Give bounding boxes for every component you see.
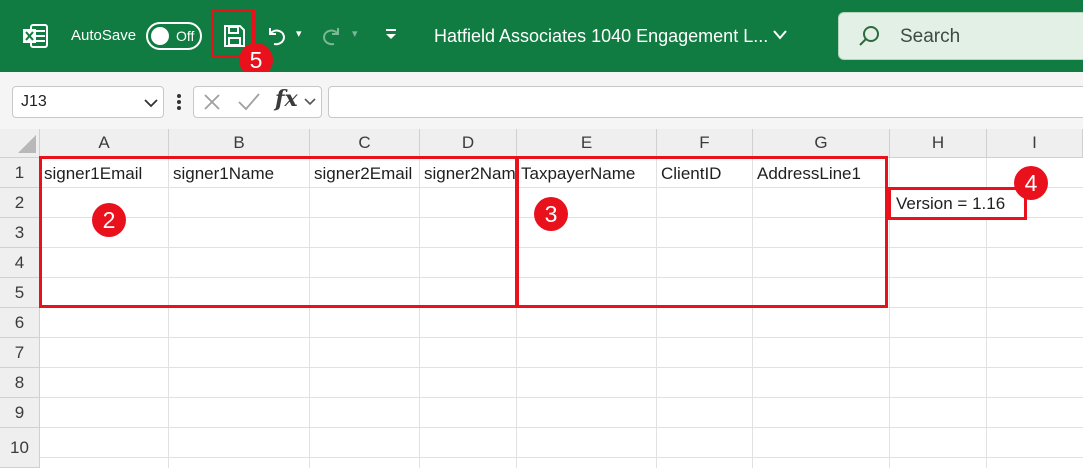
document-title[interactable]: Hatfield Associates 1040 Engagement L...: [434, 26, 768, 47]
title-bar: AutoSave Off ▾ ▾ Hatfield Associates 104…: [0, 0, 1083, 72]
customize-qat-icon[interactable]: [384, 28, 398, 42]
insert-function-icon[interactable]: fx: [275, 86, 298, 112]
excel-icon[interactable]: [22, 24, 48, 48]
annotation-badge-3: 3: [534, 197, 568, 231]
redo-icon[interactable]: [320, 24, 344, 48]
redo-dropdown-icon[interactable]: ▾: [352, 27, 358, 40]
column-header-f[interactable]: F: [657, 129, 753, 158]
toggle-knob: [151, 27, 169, 45]
column-header-b[interactable]: B: [169, 129, 310, 158]
enter-checkmark-icon[interactable]: [237, 92, 261, 112]
row-header-7[interactable]: 7: [0, 338, 40, 368]
search-placeholder: Search: [900, 26, 961, 47]
row-header-6[interactable]: 6: [0, 308, 40, 338]
row-header-5[interactable]: 5: [0, 278, 40, 308]
row-header-3[interactable]: 3: [0, 218, 40, 248]
column-header-h[interactable]: H: [890, 129, 987, 158]
column-header-c[interactable]: C: [310, 129, 420, 158]
undo-icon[interactable]: [264, 24, 288, 48]
undo-dropdown-icon[interactable]: ▾: [296, 27, 302, 40]
autosave-label: AutoSave: [71, 27, 137, 44]
row-header-8[interactable]: 8: [0, 368, 40, 398]
select-all-triangle-icon: [18, 135, 36, 153]
chevron-down-icon[interactable]: [772, 29, 788, 41]
autosave-state: Off: [176, 28, 195, 44]
more-options-icon[interactable]: [176, 93, 182, 111]
column-header-a[interactable]: A: [40, 129, 169, 158]
row-header-9[interactable]: 9: [0, 398, 40, 428]
column-header-i[interactable]: I: [987, 129, 1083, 158]
name-box[interactable]: J13: [12, 86, 164, 118]
cancel-icon[interactable]: [202, 92, 222, 112]
annotation-badge-2: 2: [92, 203, 126, 237]
chevron-down-icon[interactable]: [304, 97, 316, 106]
search-box[interactable]: Search: [838, 12, 1083, 60]
taxpayer-fields-highlight-box: [516, 156, 888, 308]
column-header-d[interactable]: D: [420, 129, 517, 158]
row-header-10[interactable]: 10: [0, 428, 40, 468]
version-cell-h2[interactable]: Version = 1.16: [888, 187, 1027, 220]
name-box-value: J13: [21, 93, 47, 110]
annotation-badge-4: 4: [1014, 166, 1048, 200]
column-header-g[interactable]: G: [753, 129, 890, 158]
row-header-4[interactable]: 4: [0, 248, 40, 278]
row-header-2[interactable]: 2: [0, 188, 40, 218]
row-header-1[interactable]: 1: [0, 158, 40, 188]
chevron-down-icon[interactable]: [144, 98, 158, 108]
formula-input[interactable]: [328, 86, 1083, 118]
search-icon: [859, 26, 879, 46]
autosave-toggle[interactable]: Off: [146, 22, 202, 50]
column-header-e[interactable]: E: [517, 129, 657, 158]
